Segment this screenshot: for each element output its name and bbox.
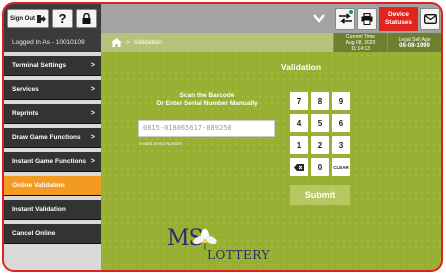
sidebar-item-label: Draw Game Functions [12,134,81,141]
sidebar-item-draw-game-functions[interactable]: Draw Game Functions > [4,128,101,148]
sidebar-item-services[interactable]: Services > [4,80,101,100]
breadcrumb-separator: > [126,39,130,46]
key-0[interactable]: 0 [311,158,329,176]
envelope-icon [423,13,437,24]
sidebar-item-label: Instant Game Functions [12,158,87,165]
app-frame: Sign Out ? Device Statuses Logged In As … [2,2,443,272]
backspace-icon [294,163,304,171]
sidebar-item-label: Cancel Online [12,230,56,237]
sidebar-item-label: Instant Validation [12,206,66,213]
print-button[interactable] [357,7,377,30]
page-title: Validation [280,62,322,72]
device-status-line2: Statuses [384,18,413,26]
key-3[interactable]: 3 [332,136,350,154]
sidebar-item-label: Terminal Settings [12,62,67,69]
top-bar-right: Device Statuses [333,4,441,33]
sidebar-item-label: Services [12,86,39,93]
scan-line-2: Or Enter Serial Number Manually [156,100,258,107]
device-statuses-button[interactable]: Device Statuses [379,6,418,31]
current-time-box: Current Time Aug 08, 2020 11:14:13 [333,33,387,52]
current-time-value: 11:14:13 [350,45,371,52]
sidebar-item-online-validation[interactable]: Online Validation [4,176,101,196]
scan-line-1: Scan the Barcode [179,92,235,99]
transfer-button[interactable] [335,7,355,30]
top-bar-left: Sign Out ? [4,4,101,33]
legal-sell-age-box: Legal Sell Age 08-08-1999 [387,33,441,52]
top-bar: Sign Out ? Device Statuses [4,4,441,33]
transfer-arrows-icon [338,13,352,24]
help-label: ? [58,11,67,26]
serial-number-input[interactable]: 0815-018065617-089250 [138,120,275,137]
clear-key[interactable]: CLEAR [332,158,350,176]
key-8[interactable]: 8 [311,92,329,110]
sidebar-item-instant-game-functions[interactable]: Instant Game Functions > [4,152,101,172]
top-bar-spacer [101,4,333,33]
sign-out-button[interactable]: Sign Out [7,9,49,28]
sidebar-item-reprints[interactable]: Reprints > [4,104,101,124]
sidebar-item-label: Reprints [12,110,39,117]
invalid-serial-message: Invalid Serial Number [139,141,183,146]
sidebar-item-label: Online Validation [12,182,65,189]
sidebar-item-cancel-online[interactable]: Cancel Online [4,224,101,244]
sidebar: Terminal Settings > Services > Reprints … [4,52,101,270]
key-5[interactable]: 5 [311,114,329,132]
chevron-right-icon: > [90,158,95,165]
device-status-line1: Device [388,10,409,18]
key-6[interactable]: 6 [332,114,350,132]
chevron-right-icon: > [90,86,95,93]
lock-icon [82,13,91,24]
logged-in-label: Logged In As - 10010109 [4,33,101,52]
ms-lottery-logo: MS LOTTERY [167,222,287,268]
key-1[interactable]: 1 [290,136,308,154]
chevron-right-icon: > [90,62,95,69]
chevron-down-icon[interactable] [311,10,327,26]
logo-lottery-text: LOTTERY [207,248,270,262]
home-icon[interactable] [111,38,122,47]
chevron-right-icon: > [90,134,95,141]
legal-sell-age-value: 08-08-1999 [399,42,430,49]
status-dot [349,9,353,14]
backspace-key[interactable] [290,158,308,176]
numeric-keypad: 7 8 9 4 5 6 1 2 3 0 CLEAR [290,92,350,176]
chevron-right-icon: > [90,110,95,117]
sign-out-label: Sign Out [10,15,35,22]
messages-button[interactable] [420,7,440,30]
printer-icon [361,12,373,25]
lock-button[interactable] [76,9,97,28]
sidebar-item-terminal-settings[interactable]: Terminal Settings > [4,56,101,76]
magnolia-flower-icon [193,229,217,250]
main-panel: Validation Scan the Barcode Or Enter Ser… [101,52,441,270]
key-2[interactable]: 2 [311,136,329,154]
sidebar-item-instant-validation[interactable]: Instant Validation [4,200,101,220]
submit-button[interactable]: Submit [290,185,350,205]
key-4[interactable]: 4 [290,114,308,132]
help-button[interactable]: ? [52,9,73,28]
breadcrumb-current: Validation [133,39,162,46]
breadcrumb: > Validation [101,33,333,52]
exit-arrow-icon [37,14,46,23]
key-9[interactable]: 9 [332,92,350,110]
key-7[interactable]: 7 [290,92,308,110]
sub-bar: Logged In As - 10010109 > Validation Cur… [4,33,441,52]
scan-instructions: Scan the Barcode Or Enter Serial Number … [137,92,277,108]
